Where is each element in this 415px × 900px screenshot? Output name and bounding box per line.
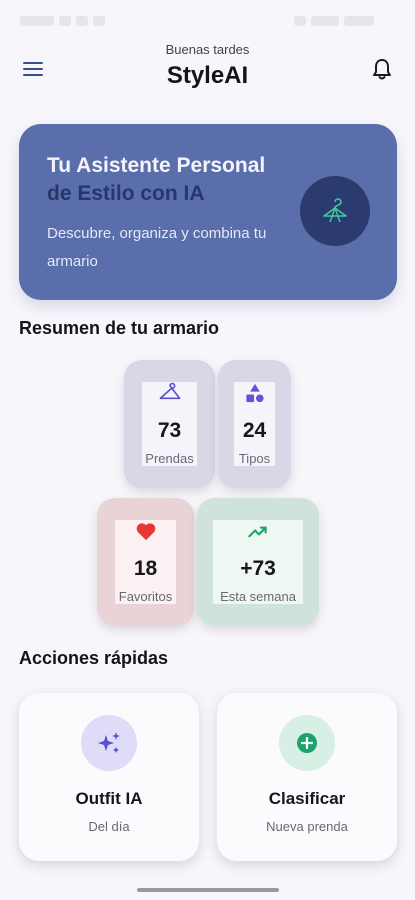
action-card-outfit-ia[interactable]: Outfit IA Del día — [19, 693, 199, 861]
hanger-icon — [323, 198, 347, 223]
stat-card-favoritos[interactable]: 18 Favoritos — [97, 498, 194, 626]
action-subtitle: Del día — [88, 819, 130, 834]
hanger-icon — [159, 382, 180, 400]
summary-section-title: Resumen de tu armario — [19, 318, 220, 338]
app-title: StyleAI — [166, 62, 249, 89]
stat-value: 18 — [133, 557, 158, 580]
bell-icon — [373, 59, 391, 80]
status-bar-right — [289, 12, 393, 26]
greeting-text: Buenas tardes — [165, 42, 250, 57]
stat-card-esta-semana[interactable]: +73 Esta semana — [197, 498, 319, 626]
stat-value: 73 — [157, 419, 182, 442]
trending-up-icon — [248, 526, 267, 538]
stat-value: +73 — [240, 557, 276, 580]
actions-section-title: Acciones rápidas — [19, 648, 169, 668]
home-indicator[interactable] — [137, 888, 279, 892]
hero-icon-badge — [300, 176, 370, 246]
action-icon-badge — [279, 715, 335, 771]
status-bar-left — [20, 12, 116, 26]
hero-description: Descubre, organiza y combina tu armario — [47, 225, 267, 270]
hero-title-line1: Tu Asistente Personal — [47, 154, 266, 177]
app-bar: Buenas tardes StyleAI — [0, 36, 415, 100]
heart-icon — [136, 523, 155, 541]
add-circle-icon — [297, 733, 317, 753]
action-title: Outfit IA — [75, 789, 143, 808]
action-card-clasificar[interactable]: Clasificar Nueva prenda — [217, 693, 397, 861]
stat-label: Tipos — [238, 451, 271, 466]
stat-card-prendas[interactable]: 73 Prendas — [124, 360, 215, 488]
notifications-button[interactable] — [367, 54, 397, 84]
action-icon-badge — [81, 715, 137, 771]
hero-card[interactable]: Tu Asistente Personal de Estilo con IA D… — [19, 124, 397, 300]
action-title: Clasificar — [268, 789, 346, 808]
stat-card-tipos[interactable]: 24 Tipos — [218, 360, 291, 488]
stat-label: Esta semana — [220, 589, 296, 604]
shapes-icon — [245, 383, 264, 403]
stat-value: 24 — [242, 419, 267, 442]
sparkles-icon — [98, 732, 120, 753]
status-bar — [0, 0, 415, 36]
hero-title-line2: de Estilo con IA — [47, 182, 205, 205]
stat-label: Favoritos — [118, 589, 173, 604]
action-subtitle: Nueva prenda — [266, 819, 348, 834]
stat-label: Prendas — [145, 451, 194, 466]
